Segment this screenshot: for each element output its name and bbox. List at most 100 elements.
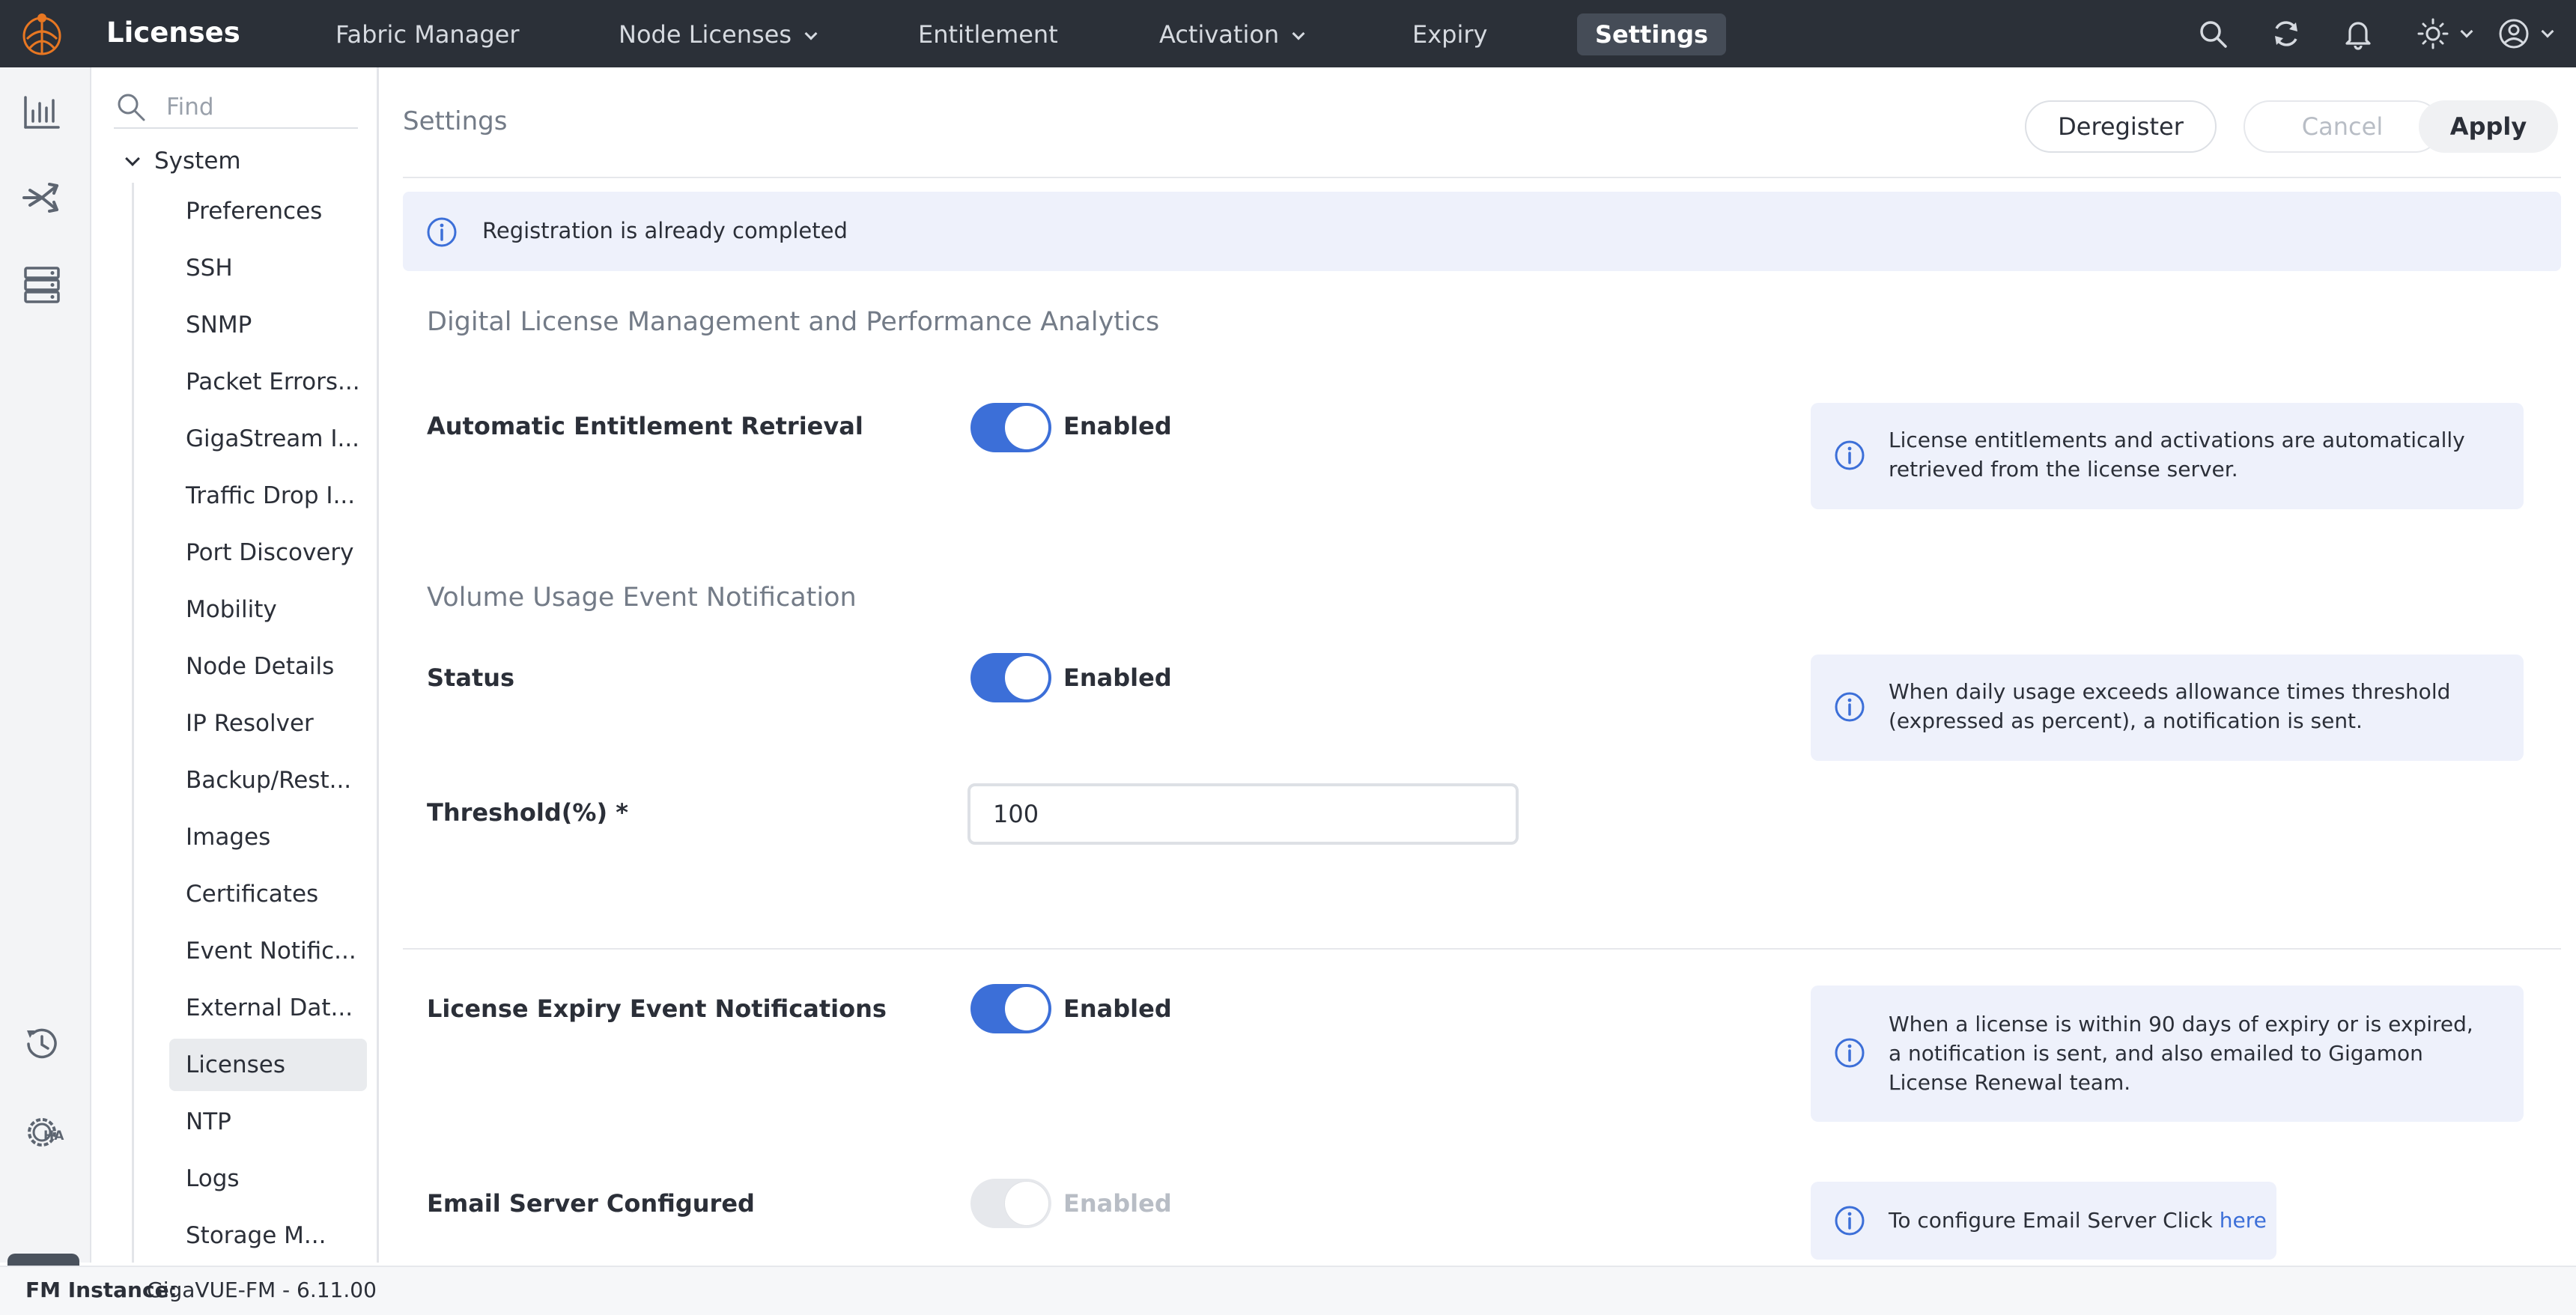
- tree-item-backup-restore[interactable]: Backup/Rest...: [169, 752, 367, 809]
- chevron-down-icon: [1292, 27, 1305, 40]
- user-account-icon[interactable]: [2497, 16, 2531, 51]
- tree-item-port-discovery[interactable]: Port Discovery: [169, 524, 367, 581]
- refresh-icon[interactable]: [2269, 16, 2303, 51]
- section-divider: [403, 948, 2561, 950]
- registration-banner: Registration is already completed: [403, 192, 2561, 271]
- deregister-button[interactable]: Deregister: [2025, 100, 2217, 153]
- status-state: Enabled: [1063, 663, 1172, 692]
- info-icon: [427, 217, 457, 247]
- nav-label: Fabric Manager: [335, 20, 520, 49]
- icon-rail: HA: [0, 67, 91, 1315]
- find-box: [114, 84, 358, 129]
- expiry-info-text: When a license is within 90 days of expi…: [1889, 1012, 2473, 1095]
- nav-activation[interactable]: Activation: [1141, 13, 1321, 55]
- tree-item-ntp[interactable]: NTP: [169, 1093, 367, 1150]
- threshold-input[interactable]: [967, 783, 1519, 845]
- tree-item-certificates[interactable]: Certificates: [169, 866, 367, 923]
- nav-label: Entitlement: [918, 20, 1058, 49]
- toggle-knob: [1005, 1182, 1048, 1225]
- nav-node-licenses[interactable]: Node Licenses: [601, 13, 833, 55]
- search-icon[interactable]: [2196, 16, 2230, 51]
- tree-children: Preferences SSH SNMP Packet Errors... Gi…: [169, 183, 367, 1263]
- nav-entitlement[interactable]: Entitlement: [900, 13, 1076, 55]
- theme-sun-icon[interactable]: [2416, 16, 2450, 51]
- fm-instance-value: GigaVUE-FM - 6.11.00: [147, 1278, 377, 1302]
- tree-node-label: System: [154, 148, 241, 174]
- tree-item-event-notifications[interactable]: Event Notific...: [169, 923, 367, 980]
- auto-retrieval-toggle[interactable]: [970, 403, 1051, 452]
- nav-label: Settings: [1595, 20, 1709, 49]
- banner-text: Registration is already completed: [482, 218, 848, 243]
- chevron-down-icon: [804, 27, 818, 40]
- toggle-knob: [1005, 406, 1048, 449]
- nav-fabric-manager[interactable]: Fabric Manager: [318, 13, 537, 55]
- tree-item-images[interactable]: Images: [169, 809, 367, 866]
- top-bar: Licenses Fabric Manager Node Licenses En…: [0, 0, 2576, 67]
- chevron-down-icon[interactable]: [125, 151, 140, 166]
- auto-retrieval-info-text: License entitlements and activations are…: [1889, 428, 2465, 482]
- expiry-label: License Expiry Event Notifications: [427, 994, 887, 1023]
- tree-item-ssh[interactable]: SSH: [169, 240, 367, 297]
- ha-gear-icon[interactable]: HA: [19, 1110, 64, 1155]
- nav-expiry[interactable]: Expiry: [1394, 13, 1505, 55]
- tree-item-storage[interactable]: Storage M...: [169, 1207, 367, 1263]
- page-title: Settings: [403, 106, 508, 136]
- nav-label: Expiry: [1412, 20, 1488, 49]
- settings-tree-panel: System Preferences SSH SNMP Packet Error…: [91, 67, 379, 1263]
- tree-item-gigastream[interactable]: GigaStream I...: [169, 410, 367, 467]
- apply-button[interactable]: Apply: [2419, 100, 2558, 153]
- status-info-box: When daily usage exceeds allowance times…: [1811, 655, 2524, 761]
- info-icon: [1835, 1206, 1865, 1236]
- section-title-digital-license: Digital License Management and Performan…: [427, 307, 1160, 337]
- analytics-chart-icon[interactable]: [19, 90, 64, 135]
- tree-item-mobility[interactable]: Mobility: [169, 581, 367, 638]
- nav-settings[interactable]: Settings: [1577, 13, 1727, 55]
- toggle-knob: [1005, 656, 1048, 699]
- auto-retrieval-state: Enabled: [1063, 412, 1172, 440]
- expiry-toggle[interactable]: [970, 984, 1051, 1033]
- tree-item-traffic-drop[interactable]: Traffic Drop I...: [169, 467, 367, 524]
- status-toggle[interactable]: [970, 653, 1051, 702]
- gigamon-logo-icon[interactable]: [16, 9, 67, 60]
- storage-server-icon[interactable]: [19, 262, 64, 307]
- email-info-prefix: To configure Email Server Click: [1889, 1208, 2220, 1233]
- tree-item-packet-errors[interactable]: Packet Errors...: [169, 353, 367, 410]
- header-divider: [403, 177, 2561, 178]
- info-icon: [1835, 692, 1865, 722]
- expiry-info-box: When a license is within 90 days of expi…: [1811, 986, 2524, 1122]
- threshold-label: Threshold(%) *: [427, 798, 628, 827]
- history-icon[interactable]: [19, 1021, 64, 1066]
- email-server-toggle: [970, 1179, 1051, 1228]
- section-title-volume-usage: Volume Usage Event Notification: [427, 583, 857, 613]
- email-server-info-text: To configure Email Server Click here: [1889, 1206, 2267, 1235]
- find-input[interactable]: [166, 91, 346, 123]
- tree-node-system[interactable]: System: [124, 142, 241, 180]
- status-info-text: When daily usage exceeds allowance times…: [1889, 679, 2451, 733]
- chevron-down-icon[interactable]: [2541, 25, 2554, 38]
- status-label: Status: [427, 663, 515, 692]
- main-content: Settings Deregister Cancel Apply Registr…: [403, 67, 2561, 1263]
- traffic-flow-icon[interactable]: [19, 175, 64, 220]
- tree-item-snmp[interactable]: SNMP: [169, 297, 367, 353]
- info-icon: [1835, 1038, 1865, 1068]
- chevron-down-icon[interactable]: [2460, 25, 2473, 38]
- app-title: Licenses: [106, 16, 240, 49]
- tree-item-external-data[interactable]: External Dat...: [169, 980, 367, 1036]
- tree-item-ip-resolver[interactable]: IP Resolver: [169, 695, 367, 752]
- svg-text:HA: HA: [43, 1129, 64, 1144]
- status-footer: FM Instance: GigaVUE-FM - 6.11.00: [0, 1266, 2576, 1315]
- email-server-label: Email Server Configured: [427, 1189, 755, 1218]
- tree-item-licenses[interactable]: Licenses: [169, 1039, 367, 1091]
- email-server-state: Enabled: [1063, 1189, 1172, 1218]
- tree-item-preferences[interactable]: Preferences: [169, 183, 367, 240]
- tree-item-logs[interactable]: Logs: [169, 1150, 367, 1207]
- auto-retrieval-info-box: License entitlements and activations are…: [1811, 403, 2524, 509]
- configure-email-link[interactable]: here: [2220, 1208, 2267, 1233]
- email-server-info-box: To configure Email Server Click here: [1811, 1182, 2276, 1260]
- toggle-knob: [1005, 987, 1048, 1030]
- info-icon: [1835, 440, 1865, 470]
- bell-icon[interactable]: [2341, 16, 2375, 51]
- tree-item-node-details[interactable]: Node Details: [169, 638, 367, 695]
- nav-label: Activation: [1159, 20, 1280, 49]
- cancel-button[interactable]: Cancel: [2244, 100, 2441, 153]
